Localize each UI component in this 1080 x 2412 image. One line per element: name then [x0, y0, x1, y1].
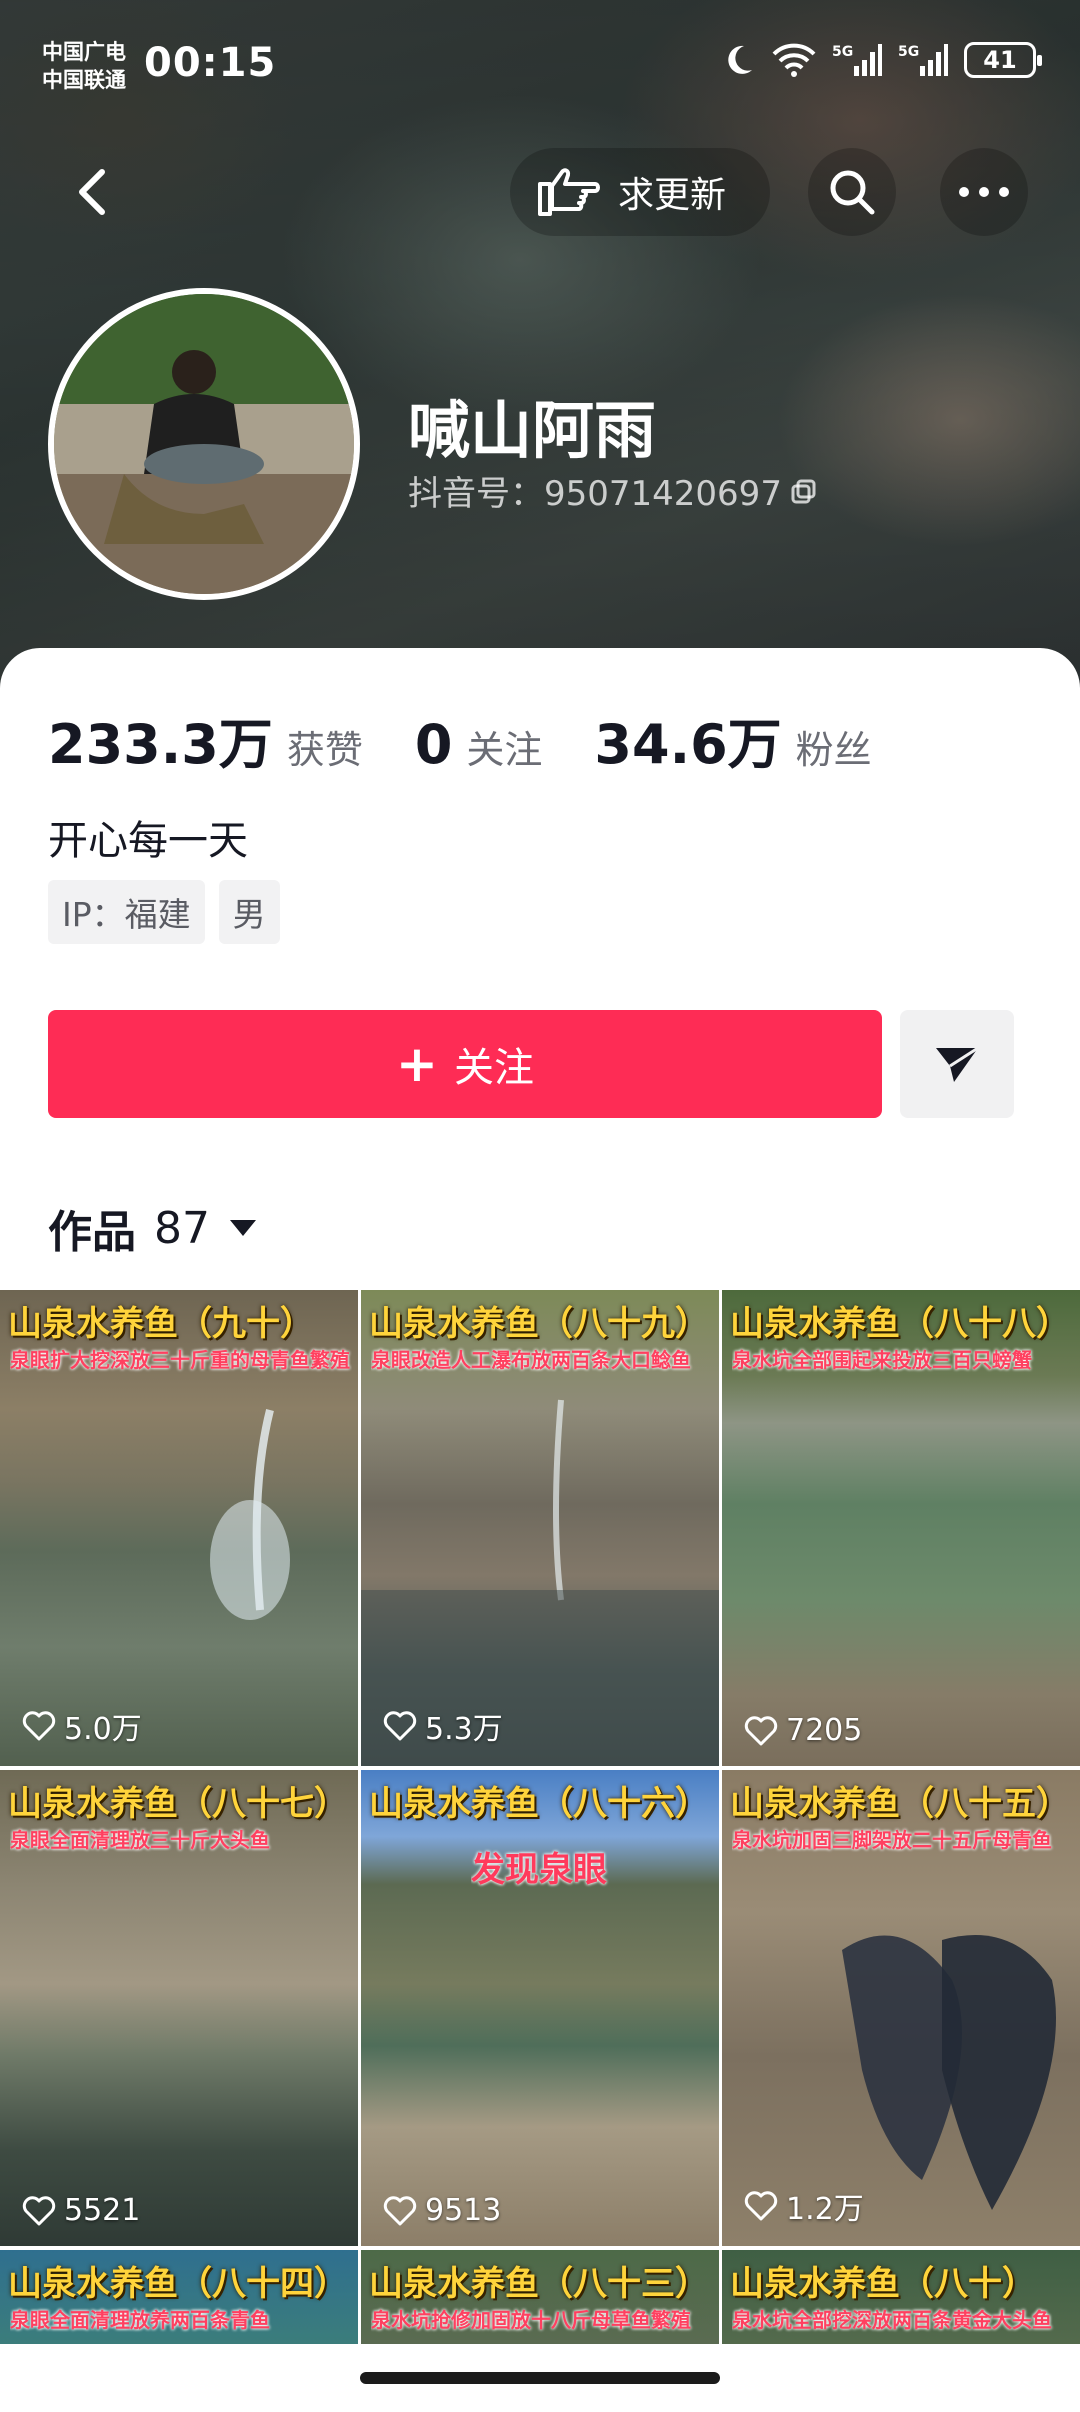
- request-update-label: 求更新: [618, 175, 727, 216]
- tag-gender: 男: [218, 880, 280, 944]
- video-title: 山泉水养鱼（八十）: [730, 2264, 1036, 2304]
- video-card[interactable]: 山泉水养鱼（九十） 泉眼扩大挖深放三十斤重的母青鱼繁殖 5.0万: [0, 1290, 358, 1766]
- video-subtitle: 泉眼改造人工瀑布放两百条大口鲶鱼: [371, 1348, 691, 1372]
- video-likes-count: 5.0万: [64, 1712, 142, 1747]
- heart-icon: [383, 2195, 417, 2225]
- video-subtitle: 泉水坑全部围起来投放三百只螃蟹: [732, 1348, 1032, 1372]
- battery-icon: 41: [964, 42, 1042, 78]
- video-card[interactable]: 山泉水养鱼（八十七） 泉眼全面清理放三十斤大头鱼 5521: [0, 1770, 358, 2246]
- heart-icon: [744, 2191, 778, 2221]
- stat-following-value: 0: [414, 713, 453, 776]
- avatar-photo: [54, 294, 354, 594]
- video-likes: 7205: [744, 1713, 862, 1748]
- status-time: 00:15: [144, 40, 277, 86]
- svg-text:5G: 5G: [832, 44, 853, 60]
- video-card[interactable]: 山泉水养鱼（八十八） 泉水坑全部围起来投放三百只螃蟹 7205: [722, 1290, 1080, 1766]
- works-count: 87: [154, 1202, 210, 1254]
- video-subtitle: 泉眼全面清理放三十斤大头鱼: [10, 1828, 270, 1852]
- stat-following-label: 关注: [466, 728, 543, 772]
- video-card[interactable]: 山泉水养鱼（八十四） 泉眼全面清理放养两百条青鱼: [0, 2250, 358, 2350]
- back-button[interactable]: [62, 160, 126, 224]
- video-title: 山泉水养鱼（八十九）: [369, 1304, 709, 1344]
- video-subtitle: 泉水坑加固三脚架放二十五斤母青鱼: [732, 1828, 1052, 1852]
- stat-following[interactable]: 0 关注: [415, 713, 543, 776]
- video-likes: 5521: [22, 2193, 140, 2228]
- carrier-labels: 中国广电 中国联通: [42, 38, 126, 94]
- douyin-id[interactable]: 抖音号：95071420697: [408, 466, 818, 515]
- heart-icon: [744, 1715, 778, 1745]
- video-title: 山泉水养鱼（八十七）: [8, 1784, 348, 1824]
- more-dots-icon: [959, 187, 1009, 197]
- video-title: 山泉水养鱼（八十三）: [369, 2264, 709, 2304]
- stat-likes-label: 获赞: [286, 728, 363, 772]
- plus-icon: +: [396, 1035, 438, 1093]
- video-likes: 1.2万: [744, 2184, 864, 2228]
- carrier-2: 中国联通: [42, 68, 126, 92]
- search-button[interactable]: [808, 148, 896, 236]
- home-indicator[interactable]: [360, 2372, 720, 2384]
- heart-icon: [22, 2195, 56, 2225]
- stat-followers-value: 34.6万: [594, 713, 782, 776]
- pointing-hand-icon: [538, 168, 600, 216]
- video-subtitle: 泉眼扩大挖深放三十斤重的母青鱼繁殖: [10, 1348, 350, 1372]
- carrier-1: 中国广电: [42, 40, 126, 64]
- video-likes-count: 7205: [786, 1713, 863, 1748]
- video-likes-count: 5521: [64, 2193, 141, 2228]
- video-subtitle: 泉水坑全部挖深放两百条黄金大头鱼: [732, 2308, 1052, 2332]
- douyin-id-text: 抖音号：95071420697: [408, 474, 782, 514]
- video-title: 山泉水养鱼（八十八）: [730, 1304, 1070, 1344]
- more-button[interactable]: [940, 148, 1028, 236]
- request-update-button[interactable]: 求更新: [510, 148, 770, 236]
- video-grid: 山泉水养鱼（九十） 泉眼扩大挖深放三十斤重的母青鱼繁殖 5.0万 山泉水养鱼（八…: [0, 1290, 1080, 2350]
- stat-followers[interactable]: 34.6万 粉丝: [594, 700, 871, 779]
- video-title: 山泉水养鱼（八十六）: [369, 1784, 709, 1824]
- top-nav: 求更新: [0, 148, 1080, 238]
- profile-bio: 开心每一天: [48, 818, 248, 864]
- tag-ip: IP：福建: [48, 880, 205, 944]
- video-title: 山泉水养鱼（八十五）: [730, 1784, 1070, 1824]
- moon-icon: [720, 42, 756, 78]
- chevron-left-icon: [79, 169, 105, 215]
- avatar[interactable]: [48, 288, 360, 600]
- video-card[interactable]: 山泉水养鱼（八十五） 泉水坑加固三脚架放二十五斤母青鱼 1.2万: [722, 1770, 1080, 2246]
- heart-icon: [22, 1711, 56, 1741]
- video-card[interactable]: 山泉水养鱼（八十六） 发现泉眼 9513: [361, 1770, 719, 2246]
- works-tab[interactable]: 作品 87: [48, 1196, 258, 1260]
- send-icon: [936, 1046, 979, 1082]
- profile-stats: 233.3万 获赞 0 关注 34.6万 粉丝: [48, 700, 924, 779]
- signal-5g-icon: 5G: [832, 42, 882, 78]
- video-likes: 9513: [383, 2193, 501, 2228]
- follow-label: 关注: [453, 1045, 534, 1091]
- status-bar: 中国广电 中国联通 00:15 5G 5G 41: [0, 28, 1080, 108]
- video-likes-count: 9513: [425, 2193, 502, 2228]
- video-likes: 5.3万: [383, 1704, 503, 1748]
- system-icons: 5G 5G 41: [720, 42, 1042, 78]
- video-likes: 5.0万: [22, 1704, 142, 1748]
- video-subtitle: 发现泉眼: [471, 1850, 607, 1890]
- video-card[interactable]: 山泉水养鱼（八十） 泉水坑全部挖深放两百条黄金大头鱼: [722, 2250, 1080, 2350]
- caret-down-icon: [230, 1220, 256, 1236]
- video-title: 山泉水养鱼（九十）: [8, 1304, 314, 1344]
- stat-likes-value: 233.3万: [48, 713, 273, 776]
- video-likes-count: 1.2万: [786, 2192, 864, 2227]
- profile-tags: IP：福建 男: [48, 880, 280, 944]
- search-icon: [830, 170, 875, 215]
- stat-followers-label: 粉丝: [795, 728, 872, 772]
- video-likes-count: 5.3万: [425, 1712, 503, 1747]
- wifi-icon: [772, 42, 816, 78]
- video-subtitle: 泉水坑抢修加固放十八斤母草鱼繁殖: [371, 2308, 691, 2332]
- works-label: 作品: [48, 1207, 136, 1258]
- signal-5g-icon-2: 5G: [898, 42, 948, 78]
- svg-text:5G: 5G: [898, 44, 919, 60]
- profile-name: 喊山阿雨: [408, 394, 657, 467]
- video-card[interactable]: 山泉水养鱼（八十三） 泉水坑抢修加固放十八斤母草鱼繁殖: [361, 2250, 719, 2350]
- video-subtitle: 泉眼全面清理放养两百条青鱼: [10, 2308, 270, 2332]
- video-title: 山泉水养鱼（八十四）: [8, 2264, 348, 2304]
- follow-button[interactable]: + 关注: [48, 1010, 882, 1118]
- message-button[interactable]: [900, 1010, 1014, 1118]
- copy-icon[interactable]: [790, 477, 818, 505]
- video-card[interactable]: 山泉水养鱼（八十九） 泉眼改造人工瀑布放两百条大口鲶鱼 5.3万: [361, 1290, 719, 1766]
- stat-likes[interactable]: 233.3万 获赞: [48, 700, 363, 779]
- heart-icon: [383, 1711, 417, 1741]
